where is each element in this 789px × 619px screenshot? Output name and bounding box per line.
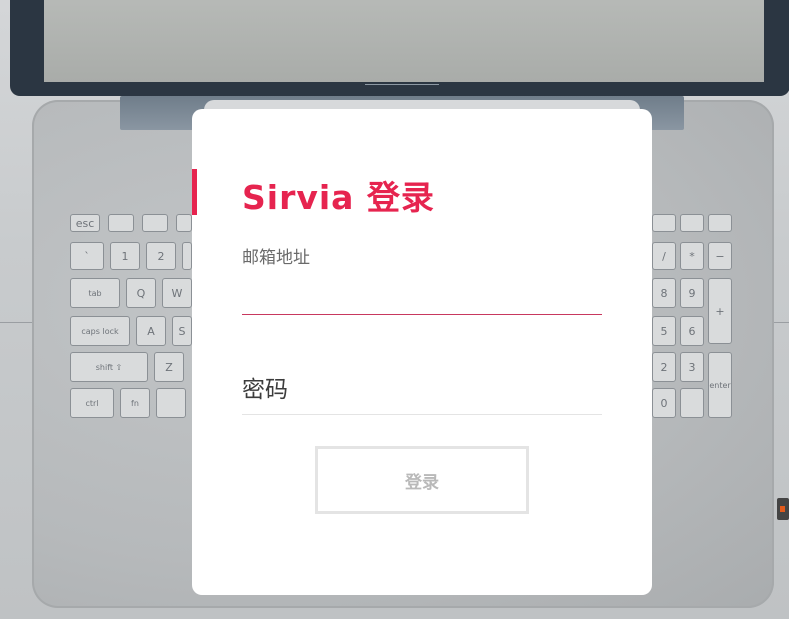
key: ctrl bbox=[70, 388, 114, 418]
key: + bbox=[708, 278, 732, 344]
login-title: Sirvia 登录 bbox=[242, 178, 435, 217]
key: caps lock bbox=[70, 316, 130, 346]
key: 5 bbox=[652, 316, 676, 346]
key: S bbox=[172, 316, 192, 346]
key: Q bbox=[126, 278, 156, 308]
key bbox=[142, 214, 168, 232]
key: Z bbox=[154, 352, 184, 382]
key: 3 bbox=[680, 352, 704, 382]
key: 6 bbox=[680, 316, 704, 346]
key: * bbox=[680, 242, 704, 270]
key: esc bbox=[70, 214, 100, 232]
key: − bbox=[708, 242, 732, 270]
laptop-brand-mark bbox=[365, 84, 439, 90]
key bbox=[680, 214, 704, 232]
key: ` bbox=[70, 242, 104, 270]
key bbox=[176, 214, 192, 232]
key: 9 bbox=[680, 278, 704, 308]
key: shift ⇧ bbox=[70, 352, 148, 382]
key: / bbox=[652, 242, 676, 270]
key: 2 bbox=[146, 242, 176, 270]
key bbox=[108, 214, 134, 232]
key: 0 bbox=[652, 388, 676, 418]
key: A bbox=[136, 316, 166, 346]
key: 8 bbox=[652, 278, 676, 308]
email-label: 邮箱地址 bbox=[242, 248, 310, 268]
key: 2 bbox=[652, 352, 676, 382]
login-button[interactable]: 登录 bbox=[315, 446, 529, 514]
laptop-side-port bbox=[777, 498, 789, 520]
key: tab bbox=[70, 278, 120, 308]
key bbox=[652, 214, 676, 232]
password-field[interactable] bbox=[242, 365, 602, 415]
key: enter bbox=[708, 352, 732, 418]
title-accent-bar bbox=[192, 169, 197, 215]
key bbox=[182, 242, 192, 270]
key bbox=[708, 214, 732, 232]
key: fn bbox=[120, 388, 150, 418]
key: W bbox=[162, 278, 192, 308]
login-card: Sirvia 登录 邮箱地址 登录 bbox=[192, 109, 652, 595]
laptop-screen bbox=[44, 0, 764, 82]
key bbox=[156, 388, 186, 418]
key bbox=[680, 388, 704, 418]
key: 1 bbox=[110, 242, 140, 270]
email-field[interactable] bbox=[242, 279, 602, 315]
